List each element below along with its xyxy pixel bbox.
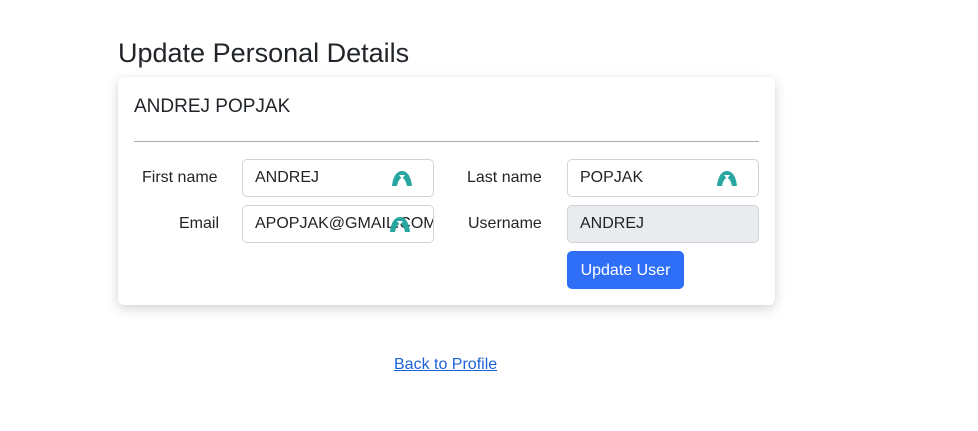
- last-name-value: POPJAK: [580, 169, 644, 186]
- username-label: Username: [468, 215, 542, 232]
- update-user-button[interactable]: Update User: [567, 251, 684, 289]
- user-full-name: ANDREJ POPJAK: [134, 96, 291, 117]
- username-input[interactable]: ANDREJ: [567, 205, 759, 243]
- back-to-profile-link[interactable]: Back to Profile: [394, 355, 497, 375]
- update-details-card: ANDREJ POPJAK First name ANDREJ Last nam…: [118, 77, 775, 305]
- page-title: Update Personal Details: [118, 38, 410, 68]
- first-name-value: ANDREJ: [255, 169, 320, 186]
- username-value: ANDREJ: [580, 215, 645, 232]
- last-name-input[interactable]: POPJAK: [567, 159, 759, 197]
- password-manager-icon[interactable]: [389, 215, 411, 233]
- first-name-input[interactable]: ANDREJ: [242, 159, 434, 197]
- first-name-label: First name: [142, 169, 218, 186]
- last-name-label: Last name: [467, 169, 542, 186]
- email-label: Email: [179, 215, 220, 232]
- email-input[interactable]: APOPJAK@GMAIL.COM: [242, 205, 434, 243]
- password-manager-icon[interactable]: [716, 169, 738, 187]
- card-divider: [134, 141, 759, 142]
- password-manager-icon[interactable]: [391, 169, 413, 187]
